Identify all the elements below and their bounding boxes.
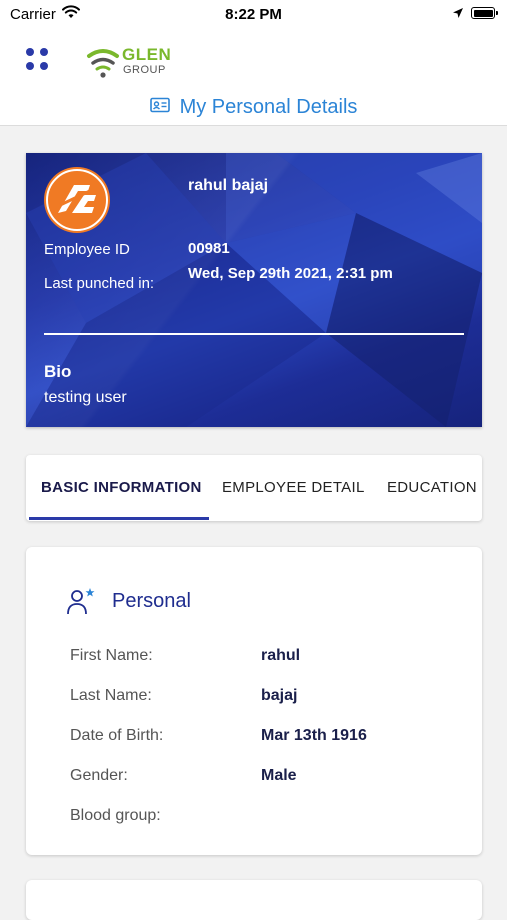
employee-id-label: Employee ID (44, 241, 130, 258)
active-tab-indicator (29, 517, 209, 520)
profile-divider (44, 333, 464, 335)
tab-education[interactable]: EDUCATION (387, 479, 477, 496)
tab-employee-detail[interactable]: EMPLOYEE DETAIL (222, 479, 365, 496)
date-of-birth-label: Date of Birth: (70, 727, 164, 744)
location-arrow-icon (452, 6, 464, 23)
clock: 8:22 PM (225, 6, 282, 23)
logo-mark-icon (87, 49, 119, 78)
bio-label: Bio (44, 362, 72, 381)
avatar (44, 167, 110, 233)
profile-card: rahul bajaj Employee ID 00981 Last punch… (26, 153, 482, 427)
battery-icon (471, 7, 498, 19)
grid-dots-icon (26, 48, 34, 56)
employee-id-value: 00981 (188, 240, 230, 257)
page-title: My Personal Details (0, 96, 507, 119)
menu-button[interactable] (22, 44, 52, 74)
last-punched-label: Last punched in: (44, 275, 155, 292)
personal-info-card: Personal First Name: rahul Last Name: ba… (26, 547, 482, 855)
logo-text-primary: GLEN (122, 45, 172, 64)
last-name-label: Last Name: (70, 687, 152, 704)
gender-label: Gender: (70, 767, 128, 784)
tab-basic-information[interactable]: BASIC INFORMATION (41, 479, 202, 496)
company-logo-icon (46, 169, 108, 231)
next-info-card (26, 880, 482, 920)
bio-value: testing user (44, 389, 127, 406)
glen-group-logo: GLEN GROUP (86, 44, 176, 82)
last-name-value: bajaj (261, 687, 298, 704)
blood-group-label: Blood group: (70, 807, 161, 824)
employee-name: rahul bajaj (188, 177, 269, 194)
first-name-label: First Name: (70, 647, 153, 664)
detail-tabs: BASIC INFORMATION EMPLOYEE DETAIL EDUCAT… (26, 455, 482, 521)
date-of-birth-value: Mar 13th 1916 (261, 727, 367, 744)
page-title-text: My Personal Details (179, 96, 358, 118)
gender-value: Male (261, 767, 297, 784)
section-title-personal: Personal (112, 590, 191, 612)
person-star-icon (66, 587, 98, 622)
logo-text-secondary: GROUP (123, 64, 166, 76)
status-bar: Carrier 8:22 PM (0, 0, 507, 30)
first-name-value: rahul (261, 647, 301, 664)
last-punched-value: Wed, Sep 29th 2021, 2:31 pm (188, 265, 393, 282)
app-header: GLEN GROUP My Personal Details (0, 30, 507, 126)
id-card-icon (149, 96, 170, 119)
